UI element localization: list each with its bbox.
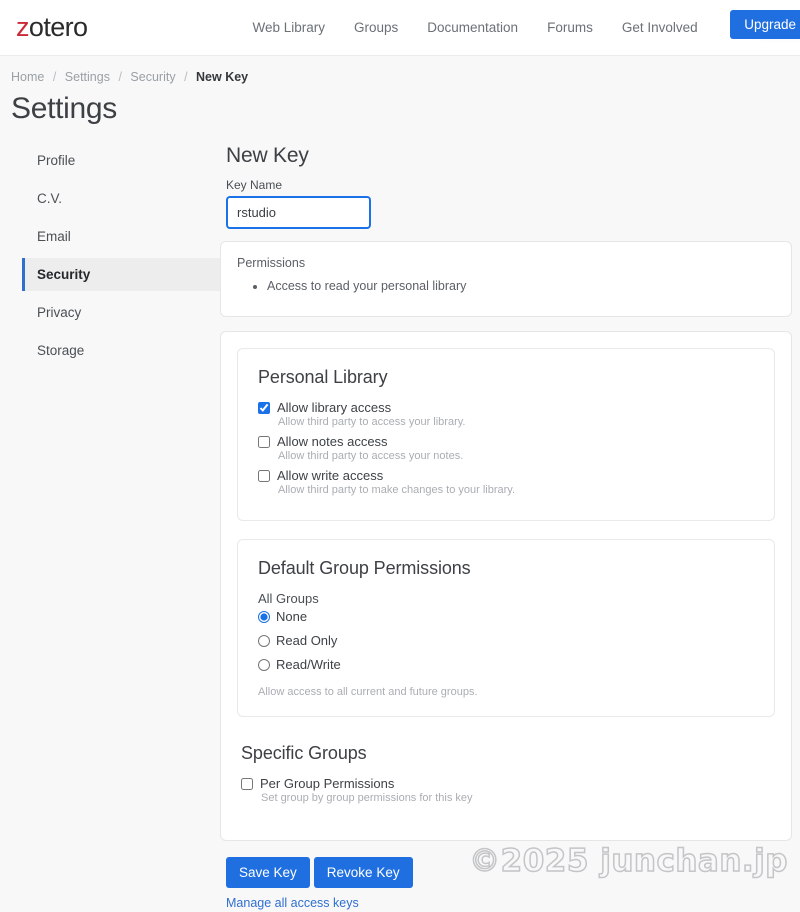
personal-library-section: Personal Library Allow library access Al… bbox=[237, 348, 775, 521]
primary-nav-links: Web Library Groups Documentation Forums … bbox=[252, 18, 800, 37]
allow-notes-access-checkbox[interactable] bbox=[258, 435, 270, 448]
allow-write-access-label: Allow write access bbox=[277, 468, 384, 483]
logo-text-rest: otero bbox=[28, 12, 88, 42]
radio-option-read-only[interactable]: Read Only bbox=[258, 633, 754, 648]
breadcrumb-separator: / bbox=[52, 70, 57, 84]
default-group-permissions-title: Default Group Permissions bbox=[258, 558, 471, 578]
logo-letter-z: z bbox=[16, 12, 30, 42]
per-group-permissions-checkbox[interactable] bbox=[241, 777, 253, 790]
top-navigation-bar: zotero Web Library Groups Documentation … bbox=[0, 0, 800, 56]
list-item: Access to read your personal library bbox=[267, 276, 775, 296]
group-permission-read-only-radio[interactable] bbox=[258, 634, 270, 647]
watermark: ©2025 junchan.jp bbox=[468, 842, 788, 880]
breadcrumb-separator: / bbox=[184, 70, 188, 84]
nav-link-get-involved[interactable]: Get Involved bbox=[622, 20, 698, 35]
save-key-button[interactable]: Save Key bbox=[226, 857, 310, 888]
nav-link-forums[interactable]: Forums bbox=[547, 20, 593, 35]
specific-groups-section: Specific Groups Per Group Permissions Se… bbox=[237, 735, 775, 824]
sidebar-item-cv[interactable]: C.V. bbox=[22, 182, 220, 215]
specific-groups-title: Specific Groups bbox=[241, 743, 367, 763]
option-allow-library-access[interactable]: Allow library access bbox=[258, 400, 754, 415]
breadcrumb-current-new-key: New Key bbox=[196, 70, 249, 84]
group-permission-read-only-label: Read Only bbox=[276, 633, 338, 648]
manage-all-access-keys-link[interactable]: Manage all access keys bbox=[226, 896, 359, 910]
page-title: Settings bbox=[11, 92, 117, 125]
allow-write-access-checkbox[interactable] bbox=[258, 469, 270, 482]
group-permission-read-write-label: Read/Write bbox=[276, 657, 341, 672]
group-permission-none-radio[interactable] bbox=[258, 610, 270, 623]
sidebar-item-storage[interactable]: Storage bbox=[22, 334, 220, 367]
nav-link-groups[interactable]: Groups bbox=[354, 20, 398, 35]
option-per-group-permissions[interactable]: Per Group Permissions bbox=[241, 776, 771, 791]
key-name-label: Key Name bbox=[226, 178, 283, 192]
page-layout: Profile C.V. Email Security Privacy Stor… bbox=[0, 144, 800, 912]
sidebar-item-profile[interactable]: Profile bbox=[22, 144, 220, 177]
key-name-input[interactable] bbox=[226, 196, 371, 229]
new-key-form: New Key Key Name Permissions Access to r… bbox=[220, 144, 800, 912]
permissions-summary-card: Permissions Access to read your personal… bbox=[220, 241, 792, 317]
allow-notes-access-label: Allow notes access bbox=[277, 434, 388, 449]
option-allow-write-access[interactable]: Allow write access bbox=[258, 468, 754, 483]
sidebar-item-privacy[interactable]: Privacy bbox=[22, 296, 220, 329]
allow-notes-access-hint: Allow third party to access your notes. bbox=[278, 450, 464, 462]
radio-option-none[interactable]: None bbox=[258, 609, 754, 624]
nav-link-documentation[interactable]: Documentation bbox=[427, 20, 518, 35]
section-title-new-key: New Key bbox=[226, 144, 309, 167]
breadcrumb-item-security[interactable]: Security bbox=[130, 70, 175, 84]
permissions-list: Access to read your personal library bbox=[237, 276, 775, 296]
permissions-settings-card: Personal Library Allow library access Al… bbox=[220, 331, 792, 841]
breadcrumb: Home / Settings / Security / New Key bbox=[0, 56, 800, 84]
allow-write-access-hint: Allow third party to make changes to you… bbox=[278, 484, 516, 496]
revoke-key-button[interactable]: Revoke Key bbox=[313, 857, 413, 888]
sidebar-item-email[interactable]: Email bbox=[22, 220, 220, 253]
breadcrumb-item-settings[interactable]: Settings bbox=[65, 70, 110, 84]
settings-sidebar: Profile C.V. Email Security Privacy Stor… bbox=[0, 144, 220, 372]
allow-library-access-checkbox[interactable] bbox=[258, 401, 270, 414]
per-group-permissions-hint: Set group by group permissions for this … bbox=[261, 792, 473, 804]
personal-library-title: Personal Library bbox=[258, 367, 388, 387]
radio-option-read-write[interactable]: Read/Write bbox=[258, 657, 754, 672]
sidebar-item-security[interactable]: Security bbox=[22, 258, 220, 291]
group-permission-none-label: None bbox=[276, 609, 308, 624]
group-permission-read-write-radio[interactable] bbox=[258, 658, 270, 671]
default-group-permissions-note: Allow access to all current and future g… bbox=[258, 686, 478, 698]
allow-library-access-label: Allow library access bbox=[277, 400, 392, 415]
upgrade-button[interactable]: Upgrade bbox=[730, 10, 800, 39]
breadcrumb-separator: / bbox=[118, 70, 122, 84]
allow-library-access-hint: Allow third party to access your library… bbox=[278, 416, 466, 428]
permissions-label: Permissions bbox=[237, 256, 306, 270]
zotero-logo[interactable]: zotero bbox=[16, 12, 88, 42]
option-allow-notes-access[interactable]: Allow notes access bbox=[258, 434, 754, 449]
per-group-permissions-label: Per Group Permissions bbox=[260, 776, 395, 791]
default-group-permissions-section: Default Group Permissions All Groups Non… bbox=[237, 539, 775, 717]
nav-link-web-library[interactable]: Web Library bbox=[252, 20, 325, 35]
all-groups-label: All Groups bbox=[258, 591, 319, 606]
breadcrumb-item-home[interactable]: Home bbox=[11, 70, 44, 84]
